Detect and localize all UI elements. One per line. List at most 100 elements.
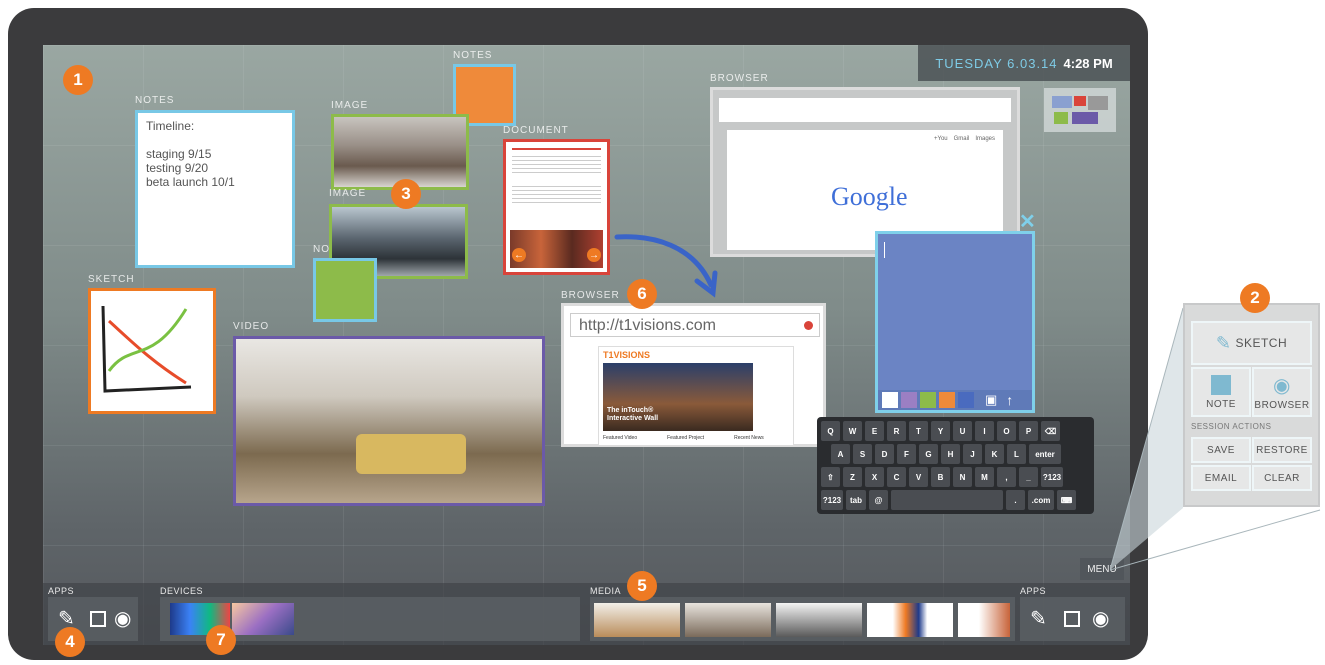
keyboard-key[interactable]: R — [887, 421, 906, 441]
google-link[interactable]: Gmail — [954, 136, 970, 142]
keyboard-key[interactable]: ?123 — [821, 490, 843, 510]
keyboard-key[interactable]: C — [887, 467, 906, 487]
apps-label-right: APPS — [1020, 586, 1047, 596]
site-tab[interactable]: Featured Project — [667, 435, 704, 441]
keyboard-key[interactable]: , — [997, 467, 1016, 487]
keyboard-key[interactable]: . — [1006, 490, 1025, 510]
browser-window-t1visions[interactable]: http://t1visions.com T1VISIONS The inTou… — [561, 303, 826, 447]
keyboard-key[interactable]: U — [953, 421, 972, 441]
keyboard-key[interactable]: ⌨ — [1057, 490, 1076, 510]
keyboard-key[interactable]: A — [831, 444, 850, 464]
save-button[interactable]: SAVE — [1191, 437, 1251, 463]
sketch-window[interactable] — [88, 288, 216, 414]
clear-button[interactable]: CLEAR — [1252, 465, 1312, 491]
keyboard-key[interactable]: @ — [869, 490, 888, 510]
media-thumbnail[interactable] — [958, 603, 1010, 637]
note-icon[interactable] — [90, 611, 106, 627]
keyboard-key[interactable]: I — [975, 421, 994, 441]
keyboard-key[interactable]: ⌫ — [1041, 421, 1060, 441]
sketch-button[interactable]: ✎ SKETCH — [1191, 321, 1312, 365]
google-link[interactable]: +You — [934, 136, 948, 142]
restore-button[interactable]: RESTORE — [1252, 437, 1312, 463]
keyboard-key[interactable]: enter — [1029, 444, 1061, 464]
document-window-label: DOCUMENT — [503, 125, 569, 136]
keyboard-key[interactable]: ⇧ — [821, 467, 840, 487]
media-thumbnail[interactable] — [594, 603, 680, 637]
browser-button[interactable]: ◉ BROWSER — [1252, 367, 1312, 417]
camera-icon[interactable]: ▣ — [985, 392, 997, 408]
date-time-display: TUESDAY 6.03.14 4:28 PM — [918, 45, 1130, 81]
t1visions-headline: The inTouch® Interactive Wall — [607, 407, 659, 422]
arrow-left-icon[interactable]: ← — [512, 248, 526, 262]
keyboard-key[interactable]: T — [909, 421, 928, 441]
workspace-minimap[interactable] — [1044, 88, 1116, 132]
keyboard-key[interactable]: E — [865, 421, 884, 441]
keyboard-key[interactable]: Q — [821, 421, 840, 441]
sticky-note-green-label: NO — [313, 244, 330, 255]
browser-button-label: BROWSER — [1254, 400, 1310, 411]
close-url-icon[interactable] — [804, 321, 813, 330]
device-thumbnail-mac[interactable] — [232, 603, 294, 635]
keyboard-key[interactable]: N — [953, 467, 972, 487]
keyboard-key[interactable]: G — [919, 444, 938, 464]
color-swatch-blue[interactable] — [958, 392, 974, 408]
keyboard-key[interactable]: ?123 — [1041, 467, 1063, 487]
keyboard-key[interactable]: D — [875, 444, 894, 464]
media-label: MEDIA — [590, 586, 622, 596]
keyboard-key[interactable]: S — [853, 444, 872, 464]
globe-icon[interactable]: ◉ — [114, 606, 131, 631]
notes-window-blue[interactable]: ▣ ↑ — [875, 231, 1035, 413]
site-tab[interactable]: Featured Video — [603, 435, 637, 441]
keyboard-key[interactable]: W — [843, 421, 862, 441]
upload-arrow-icon[interactable]: ↑ — [1006, 392, 1013, 408]
color-swatch-orange[interactable] — [939, 392, 955, 408]
image-window-label: IMAGE — [329, 188, 367, 199]
url-field[interactable]: http://t1visions.com — [570, 313, 820, 337]
video-window[interactable] — [233, 336, 545, 506]
keyboard-key[interactable]: B — [931, 467, 950, 487]
keyboard-key[interactable]: Y — [931, 421, 950, 441]
media-thumbnail[interactable] — [776, 603, 862, 637]
keyboard-key[interactable]: K — [985, 444, 1004, 464]
google-logo: Google — [831, 182, 908, 211]
keyboard-key[interactable]: F — [897, 444, 916, 464]
color-swatch-white[interactable] — [882, 392, 898, 408]
notes-window[interactable]: Timeline: staging 9/15 testing 9/20 beta… — [135, 110, 295, 268]
pencil-icon[interactable]: ✎ — [1030, 606, 1047, 631]
keyboard-key[interactable]: .com — [1028, 490, 1054, 510]
callout-badge: 4 — [55, 627, 85, 657]
globe-icon[interactable]: ◉ — [1092, 606, 1109, 631]
keyboard-key[interactable]: M — [975, 467, 994, 487]
note-button[interactable]: NOTE — [1191, 367, 1251, 417]
browser-address-bar[interactable] — [719, 98, 1011, 122]
callout-badge: 3 — [391, 179, 421, 209]
keyboard-key[interactable]: _ — [1019, 467, 1038, 487]
document-window[interactable]: ← → — [503, 139, 610, 275]
keyboard-key[interactable] — [891, 490, 1003, 510]
keyboard-key[interactable]: J — [963, 444, 982, 464]
email-button[interactable]: EMAIL — [1191, 465, 1251, 491]
keyboard-key[interactable]: H — [941, 444, 960, 464]
note-icon[interactable] — [1064, 611, 1080, 627]
keyboard-key[interactable]: tab — [846, 490, 866, 510]
keyboard-key[interactable]: P — [1019, 421, 1038, 441]
sketch-button-label: SKETCH — [1235, 336, 1288, 350]
google-link[interactable]: Images — [975, 136, 995, 142]
sketch-drawing — [101, 305, 192, 393]
keyboard-key[interactable]: O — [997, 421, 1016, 441]
site-tab[interactable]: Recent News — [734, 435, 764, 441]
keyboard-key[interactable]: Z — [843, 467, 862, 487]
keyboard-key[interactable]: L — [1007, 444, 1026, 464]
onscreen-keyboard: Q W E R T Y U I O P ⌫ A S D F G H J K Lenter ⇧ Z X C V B N M, _ ?12… — [817, 417, 1094, 514]
arrow-right-icon[interactable]: → — [587, 248, 601, 262]
note-icon — [1211, 374, 1231, 395]
keyboard-key[interactable]: V — [909, 467, 928, 487]
sticky-note-green[interactable] — [313, 258, 377, 322]
color-swatch-purple[interactable] — [901, 392, 917, 408]
media-thumbnail[interactable] — [867, 603, 953, 637]
callout-badge: 7 — [206, 625, 236, 655]
media-thumbnail[interactable] — [685, 603, 771, 637]
keyboard-key[interactable]: X — [865, 467, 884, 487]
image-window-office[interactable] — [331, 114, 469, 190]
color-swatch-green[interactable] — [920, 392, 936, 408]
